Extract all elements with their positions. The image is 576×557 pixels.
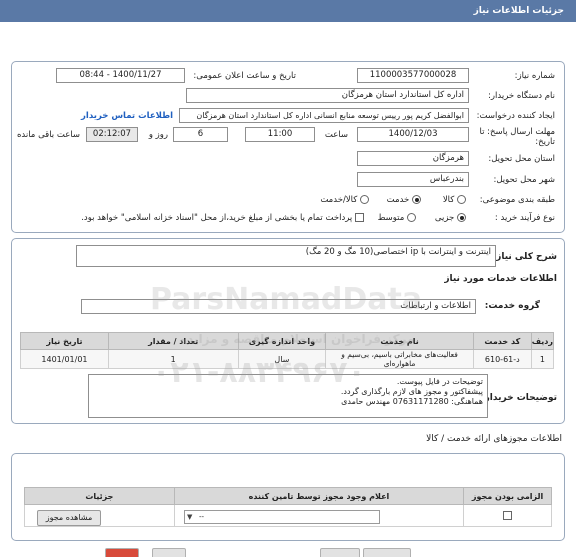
- radio-selected-icon[interactable]: [457, 213, 466, 222]
- buyer-notes-label: توضیحات خریدار:: [481, 393, 557, 403]
- process-option-minor[interactable]: جزیی: [435, 213, 466, 223]
- summary-field: اینترنت و اینترانت با ip اختصاصی(10 مگ و…: [76, 245, 496, 267]
- checkbox-icon[interactable]: [355, 213, 364, 222]
- cell-date: 1401/01/01: [20, 349, 109, 369]
- deadline-time-field: 11:00: [245, 127, 315, 142]
- col-row: ردیف: [530, 332, 555, 350]
- province-field: هرمزگان: [357, 151, 469, 166]
- chevron-down-icon: ▼: [187, 513, 193, 521]
- category-option-goods[interactable]: کالا: [443, 195, 466, 205]
- radio-icon[interactable]: [360, 195, 369, 204]
- creator-field: ابوالفضل کریم پور رییس توسعه منابع انسان…: [179, 108, 469, 123]
- col-date: تاریخ نیاز: [20, 332, 109, 350]
- province-label: استان محل تحویل:: [488, 154, 555, 164]
- buyer-field: اداره کل استاندارد استان هرمزگان: [186, 88, 469, 103]
- notes-line: هماهنگی: 07631171280 مهندس حامدی: [341, 397, 483, 406]
- services-title: اطلاعات خدمات مورد نیاز: [444, 274, 557, 284]
- service-group-label: گروه خدمت:: [484, 301, 540, 311]
- category-option-goods-service[interactable]: کالا/خدمت: [320, 195, 369, 205]
- summary-label: شرح کلی نیاز:: [492, 252, 557, 262]
- reply-button[interactable]: [363, 548, 411, 557]
- need-number-label: شماره نیاز:: [514, 71, 555, 81]
- print-button[interactable]: [152, 548, 186, 557]
- deadline-label: مهلت ارسال پاسخ: تا تاریخ:: [479, 127, 555, 147]
- city-field: بندرعباس: [357, 172, 469, 187]
- watermark-text: ParsNamadData: [150, 282, 423, 317]
- treasury-payment-checkbox[interactable]: پرداخت تمام یا بخشی از مبلغ خرید،از محل …: [81, 213, 364, 223]
- select-placeholder: --: [199, 513, 205, 521]
- cell-row: 1: [530, 349, 555, 369]
- action-button[interactable]: [320, 548, 360, 557]
- required-checkbox[interactable]: [503, 511, 513, 520]
- radio-selected-icon[interactable]: [412, 195, 421, 204]
- back-button[interactable]: [105, 548, 139, 557]
- deadline-date-field: 1400/12/03: [357, 127, 469, 142]
- announce-field: 1400/11/27 - 08:44: [56, 68, 185, 83]
- buyer-label: نام دستگاه خریدار:: [488, 91, 555, 101]
- remaining-label: ساعت باقی مانده: [16, 130, 80, 140]
- days-label: روز و: [148, 130, 168, 140]
- category-label: طبقه بندی موضوعی:: [479, 195, 555, 205]
- cell-required: [463, 504, 552, 527]
- radio-icon[interactable]: [407, 213, 416, 222]
- need-number-field: 1100003577000028: [357, 68, 469, 83]
- process-option-medium[interactable]: متوسط: [378, 213, 416, 223]
- process-label: نوع فرآیند خرید :: [494, 213, 555, 223]
- watermark-phone: ۰۲۱-۸۸۳۴۹۶۷۰: [152, 355, 366, 390]
- city-label: شهر محل تحویل:: [493, 175, 555, 185]
- table-header-row: الزامی بودن مجوز اعلام وجود مجوز توسط تا…: [24, 487, 552, 505]
- permit-select[interactable]: ▼ --: [184, 510, 380, 524]
- announce-label: تاریخ و ساعت اعلان عمومی:: [193, 71, 296, 81]
- category-option-service[interactable]: خدمت: [387, 195, 421, 205]
- deadline-time-label: ساعت: [324, 130, 348, 140]
- permits-title: اطلاعات مجوزهای ارائه خدمت / کالا: [426, 434, 562, 444]
- remaining-time-field: 02:12:07: [86, 127, 138, 142]
- cell-code: د-61-610: [472, 349, 532, 369]
- creator-label: ایجاد کننده درخواست:: [476, 111, 555, 121]
- col-code: کد خدمت: [472, 332, 532, 350]
- days-field: 6: [173, 127, 228, 142]
- need-info-panel: [11, 61, 565, 233]
- col-required: الزامی بودن مجوز: [463, 487, 552, 505]
- view-permit-button[interactable]: مشاهده مجوز: [37, 510, 101, 526]
- buyer-contact-link[interactable]: اطلاعات تماس خریدار: [81, 111, 173, 121]
- col-details: جزئیات: [24, 487, 175, 505]
- col-announce: اعلام وجود مجوز توسط تامین کننده: [173, 487, 465, 505]
- radio-icon[interactable]: [457, 195, 466, 204]
- page-header: جزئیات اطلاعات نیاز: [0, 0, 576, 22]
- watermark-subtitle: مرکز فراخوان استعلام مناقصه و مزایده: [180, 332, 415, 346]
